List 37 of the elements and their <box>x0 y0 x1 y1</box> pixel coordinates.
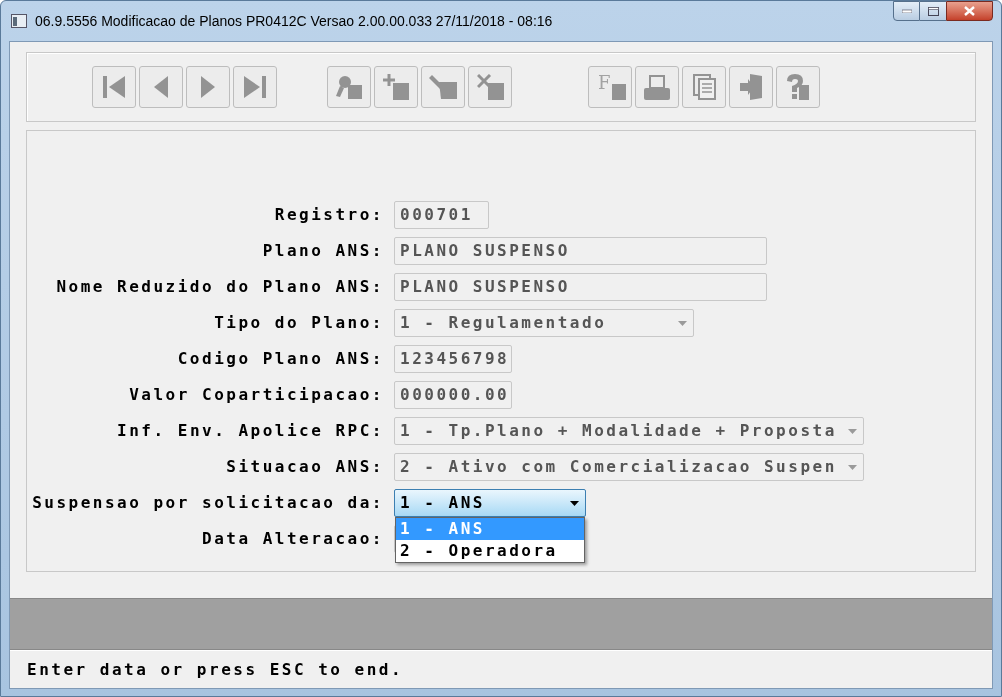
dropdown-option[interactable]: 2 - Operadora <box>396 540 584 562</box>
app-icon <box>11 14 27 28</box>
field-label: Codigo Plano ANS: <box>176 348 385 370</box>
help-icon <box>787 74 809 100</box>
close-button[interactable] <box>946 1 993 21</box>
last-icon <box>244 76 266 98</box>
key-icon <box>336 75 362 99</box>
field-label: Suspensao por solicitacao da: <box>31 492 385 514</box>
caret-icon <box>570 500 579 506</box>
next-icon <box>201 76 215 98</box>
field-label: Tipo do Plano: <box>213 312 385 334</box>
caret-icon <box>848 428 857 434</box>
cross-icon <box>476 74 504 100</box>
first-icon <box>103 76 125 98</box>
field-label: Registro: <box>273 204 385 226</box>
door-icon <box>740 74 762 100</box>
close-icon <box>964 6 975 16</box>
field-label: Plano ANS: <box>261 240 385 262</box>
previous-icon <box>154 76 168 98</box>
status-message: Enter data or press ESC to end. <box>27 658 404 681</box>
plus-icon <box>383 74 409 100</box>
printer-icon <box>644 74 670 100</box>
field-label: Inf. Env. Apolice RPC: <box>116 420 385 442</box>
field-label: Valor Coparticipacao: <box>128 384 385 406</box>
field-label: Data Alteracao: <box>201 528 385 550</box>
minimize-icon <box>901 9 912 13</box>
pencil-icon <box>429 75 457 99</box>
window-title: 06.9.5556 Modificacao de Planos PR0412C Versao 2.00.00.033 27/11/2018 - 08:16 <box>35 11 553 31</box>
field-label: Situacao ANS: <box>225 456 385 478</box>
caret-icon <box>678 320 687 326</box>
maximize-button[interactable] <box>920 1 946 21</box>
page-icon <box>611 84 626 100</box>
field-label: Nome Reduzido do Plano ANS: <box>55 276 385 298</box>
caret-icon <box>848 464 857 470</box>
minimize-button[interactable] <box>893 1 920 21</box>
maximize-icon <box>927 6 939 16</box>
pages-icon <box>692 74 716 100</box>
